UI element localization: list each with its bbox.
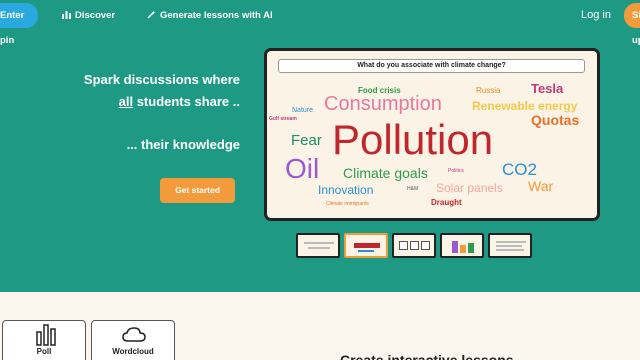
word: Nature <box>292 107 314 114</box>
bar-chart-icon <box>62 10 71 21</box>
generate-label: Generate lessons with AI <box>160 10 273 21</box>
word: Oil <box>285 153 320 184</box>
enter-pin-button[interactable]: Enter pin <box>0 3 38 46</box>
word: Consumption <box>324 93 442 115</box>
word: Quotas <box>531 112 580 128</box>
wordcloud-card-label: Wordcloud <box>112 347 154 356</box>
hero-tagline-2-rest: students share .. <box>133 94 240 109</box>
word: Food crisis <box>358 86 401 95</box>
signup-label: Sign up <box>632 10 640 46</box>
word: War <box>528 178 554 194</box>
preview-thumbnails <box>296 233 532 258</box>
word: Renewable energy <box>472 99 578 113</box>
wordcloud-canvas: What do you associate with climate chang… <box>267 51 597 218</box>
wordcloud-card[interactable]: Wordcloud <box>91 320 175 360</box>
word: Solar panels <box>436 181 503 195</box>
hero-tagline-2: all students share .. <box>119 94 240 109</box>
word: Pollution <box>332 116 494 163</box>
login-link[interactable]: Log in <box>581 9 611 21</box>
top-nav: Enter pin Discover Generate lessons with… <box>0 0 640 46</box>
nav-discover-link[interactable]: Discover <box>62 10 115 21</box>
word: Fear <box>291 132 322 149</box>
word: Gulf stream <box>269 116 297 122</box>
thumbnail-text[interactable] <box>488 233 532 258</box>
word: Russia <box>476 86 501 95</box>
hero-tagline-emphasis: all <box>118 94 134 109</box>
word: CO2 <box>502 160 537 179</box>
magic-wand-icon <box>147 10 156 21</box>
word: Innovation <box>318 183 374 197</box>
thumbnail-poll[interactable] <box>296 233 340 258</box>
wordcloud-preview: What do you associate with climate chang… <box>264 48 600 221</box>
discover-label: Discover <box>75 10 116 21</box>
poll-card-label: Poll <box>36 347 52 356</box>
hero-tagline-1: Spark discussions where <box>83 72 240 87</box>
signup-button[interactable]: Sign up <box>624 3 640 46</box>
word: Climate goals <box>343 165 428 181</box>
nav-generate-link[interactable]: Generate lessons with AI <box>147 10 273 21</box>
get-started-button[interactable]: Get started <box>160 178 235 203</box>
word: H&M <box>407 186 419 192</box>
hero-tagline-3: ... their knowledge <box>126 137 240 152</box>
hero-section: Enter pin Discover Generate lessons with… <box>0 0 640 292</box>
poll-card[interactable]: Poll <box>2 320 86 360</box>
cloud-icon <box>122 327 146 348</box>
thumbnail-slides[interactable] <box>392 233 436 258</box>
word: Draught <box>431 198 462 207</box>
thumbnail-wordcloud[interactable] <box>344 233 388 258</box>
enter-pin-label: Enter pin <box>0 10 25 46</box>
word: Tesla <box>531 81 564 96</box>
wordcloud-question: What do you associate with climate chang… <box>278 59 585 73</box>
word: Climate immigrants <box>326 201 369 207</box>
thumbnail-chart[interactable] <box>440 233 484 258</box>
word: Politics <box>448 168 464 174</box>
section-title: Create interactive lessons <box>340 352 514 360</box>
